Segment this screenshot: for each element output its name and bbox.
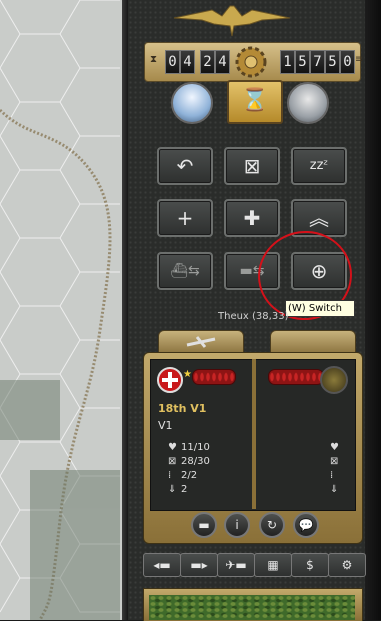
sleep-button[interactable]: zzᶻ — [291, 147, 347, 185]
minimap[interactable] — [149, 595, 355, 620]
tank-icon: ▬ — [198, 518, 210, 532]
turn-digit: 4 — [180, 50, 195, 74]
unit-name: 18th V1 — [158, 402, 207, 415]
prev-unit-button[interactable]: ◂▬ — [143, 553, 181, 577]
unit-info-button[interactable]: i — [224, 512, 250, 538]
turn-digit: 0 — [165, 50, 180, 74]
unit-view-button[interactable]: ▬ — [191, 512, 217, 538]
ammo-icon: ⊠ — [168, 456, 177, 467]
next-unit-icon: ⊠ — [243, 154, 261, 178]
rank-up-icon: ︽ — [309, 206, 329, 230]
end-turn-button[interactable]: ⌛ — [227, 80, 283, 124]
gear-icon — [235, 46, 267, 78]
tooltip: (W) Switch — [285, 300, 355, 317]
prestige-digit: 7 — [310, 50, 325, 74]
tab-ground[interactable] — [270, 330, 356, 354]
fuel-icon: ⁞ — [168, 470, 172, 481]
arrow-icon: ⇓ — [330, 484, 339, 495]
info-icon: i — [235, 518, 239, 532]
next-unit-bottom-button[interactable]: ▬▸ — [180, 553, 218, 577]
rotate-button[interactable]: ↻ — [259, 512, 285, 538]
fuel-icon: ⁞ — [330, 470, 334, 481]
reinforce-icon: + — [176, 206, 194, 230]
prestige-digit: 5 — [325, 50, 340, 74]
prestige-digit: 5 — [295, 50, 310, 74]
weather-tomorrow-icon[interactable] — [287, 82, 329, 124]
unit-type: V1 — [158, 419, 173, 432]
map-area[interactable] — [0, 0, 127, 620]
unit-tabs — [152, 330, 356, 354]
embark-sea-button[interactable]: ⛴⇆ — [157, 252, 213, 290]
stat-fuel: 2/2 — [181, 470, 198, 481]
aircraft-icon — [186, 336, 216, 348]
prestige-digit: 0 — [340, 50, 355, 74]
purchase-button[interactable]: $ — [291, 553, 329, 577]
max-turn-digit: 4 — [215, 50, 230, 74]
enemy-strength-bar — [268, 369, 324, 385]
nation-flag-icon — [157, 367, 183, 393]
heart-icon: ♥ — [330, 442, 339, 453]
hex-location-label: Theux (38,33) — [218, 311, 289, 322]
dollar-icon: $ — [306, 558, 314, 572]
tab-aircraft[interactable] — [158, 330, 244, 354]
ammo-icon: ⊠ — [330, 456, 339, 467]
grid-icon: ▦ — [267, 558, 279, 572]
next-unit-button[interactable]: ⊠ — [224, 147, 280, 185]
coins-small-icon: ≡ — [355, 54, 364, 65]
max-turn-digit: 2 — [200, 50, 215, 74]
prestige-digit: 1 — [280, 50, 295, 74]
deploy-button[interactable]: ✈▬ — [217, 553, 255, 577]
enemy-slot-icon — [320, 366, 348, 394]
unit-info-divider — [252, 359, 256, 509]
hex-grid-button[interactable]: ▦ — [254, 553, 292, 577]
embark-sea-icon: ⛴⇆ — [170, 263, 200, 279]
deploy-icon: ✈▬ — [225, 558, 247, 572]
stat-strength: 11/10 — [181, 442, 210, 453]
eagle-emblem-icon — [173, 5, 291, 37]
weather-today-icon[interactable] — [171, 82, 213, 124]
speech-icon: 💬 — [298, 518, 314, 532]
undo-button[interactable]: ↶ — [157, 147, 213, 185]
dialog-button[interactable]: 💬 — [293, 512, 319, 538]
stat-ammo: 28/30 — [181, 456, 210, 467]
reinforce-button[interactable]: + — [157, 199, 213, 237]
heart-icon: ♥ — [168, 442, 177, 453]
arrow-icon: ⇓ — [168, 484, 177, 495]
settings-button[interactable]: ⚙ — [328, 553, 366, 577]
hex-grid — [0, 0, 120, 620]
settings-icon: ⚙ — [341, 558, 353, 572]
prev-unit-icon: ◂▬ — [153, 558, 171, 572]
hourglass-small-icon: ⧗ — [150, 54, 158, 65]
next-arrow-icon: ▬▸ — [190, 558, 208, 572]
upgrade-button[interactable]: ✚ — [224, 199, 280, 237]
strength-bar — [192, 369, 236, 385]
stat-moves: 2 — [181, 484, 188, 495]
rotate-icon: ↻ — [266, 518, 278, 532]
panel-right-border — [365, 0, 381, 620]
upgrade-icon: ✚ — [243, 206, 261, 230]
undo-icon: ↶ — [176, 154, 194, 178]
sleep-icon: zzᶻ — [309, 158, 329, 173]
star-icon: ★ — [183, 369, 192, 380]
